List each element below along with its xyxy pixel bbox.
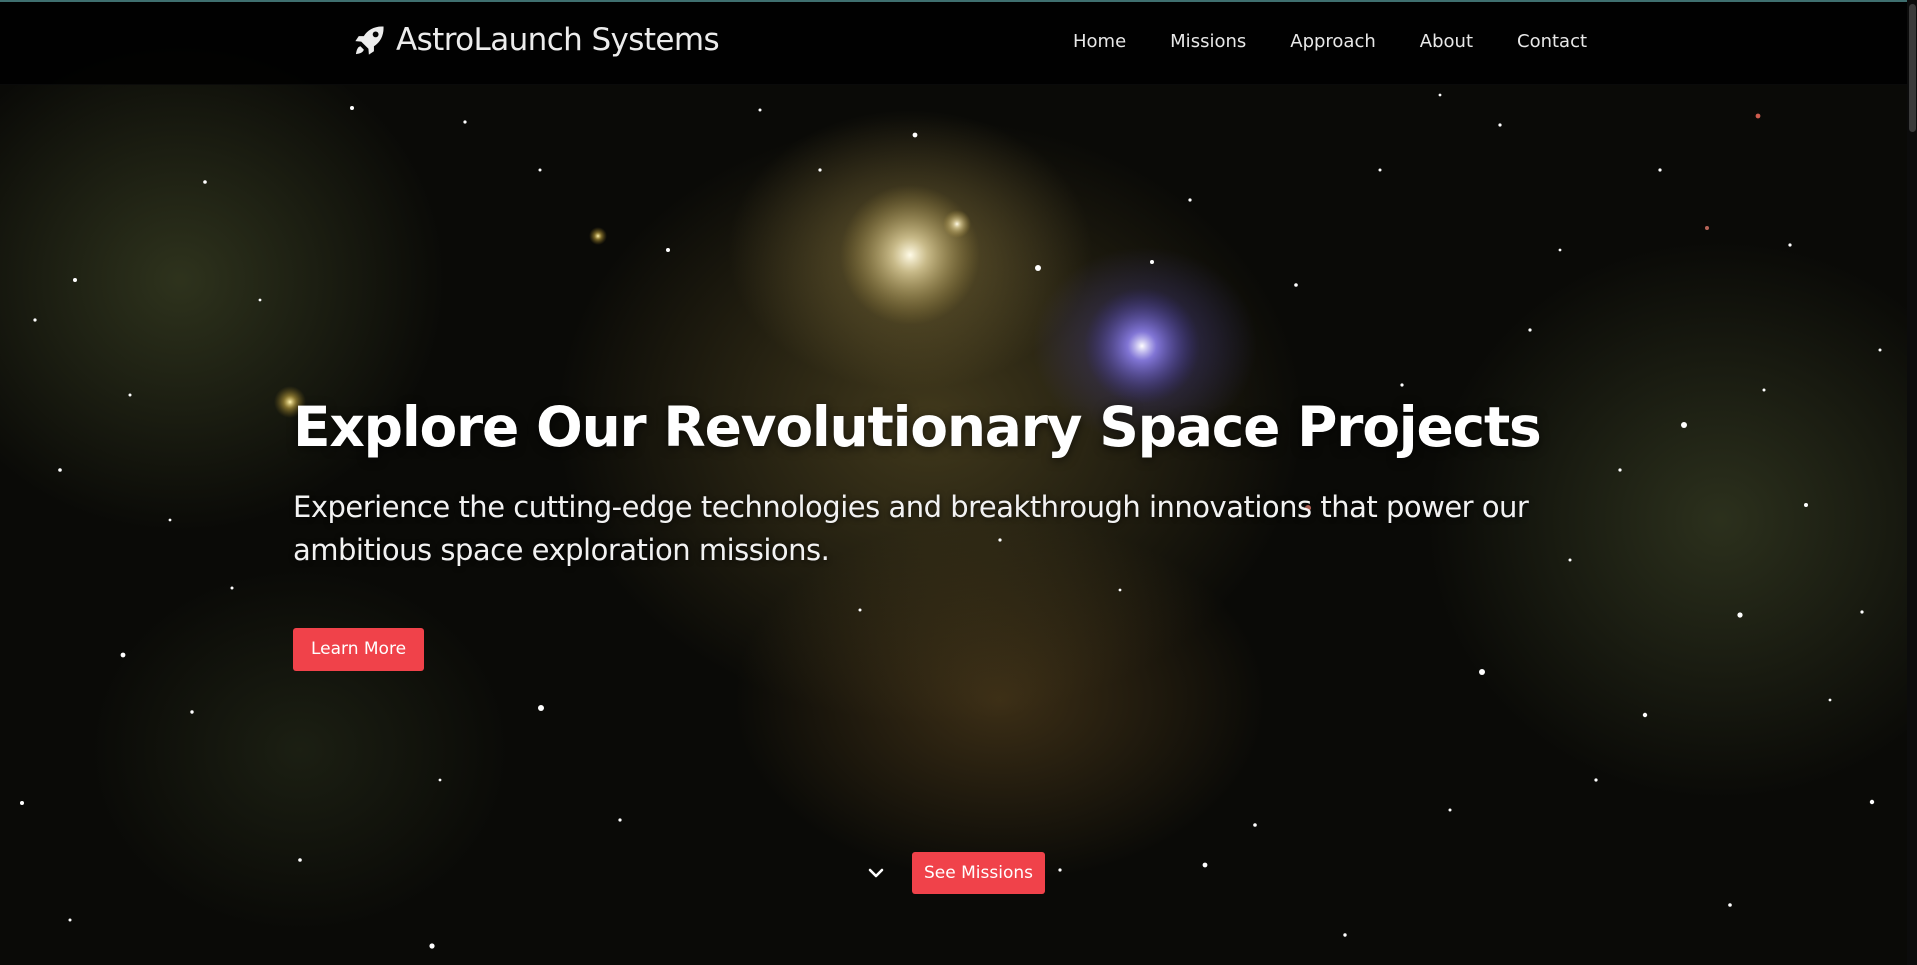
scroll-cta-row: See Missions	[866, 852, 1045, 894]
page: AstroLaunch Systems Home Missions Approa…	[0, 0, 1917, 965]
nav-link-contact[interactable]: Contact	[1517, 31, 1587, 52]
main-nav: Home Missions Approach About Contact	[1073, 31, 1587, 52]
learn-more-button[interactable]: Learn More	[293, 628, 424, 671]
hero-title: Explore Our Revolutionary Space Projects	[293, 395, 1542, 459]
nav-link-approach[interactable]: Approach	[1290, 31, 1376, 52]
brand-logo-link[interactable]: AstroLaunch Systems	[352, 22, 720, 58]
rocket-icon	[355, 26, 384, 55]
hero-subtitle: Experience the cutting-edge technologies…	[293, 490, 1529, 567]
hero-section: Explore Our Revolutionary Space Projects…	[293, 395, 1593, 572]
nav-link-home[interactable]: Home	[1073, 31, 1126, 52]
chevron-down-icon[interactable]	[866, 863, 886, 883]
navbar: AstroLaunch Systems Home Missions Approa…	[0, 0, 1917, 85]
brand-name: AstroLaunch Systems	[396, 22, 720, 58]
see-missions-button[interactable]: See Missions	[912, 852, 1045, 894]
top-accent-line	[0, 0, 1917, 2]
nav-link-missions[interactable]: Missions	[1170, 31, 1246, 52]
scrollbar-thumb[interactable]	[1909, 4, 1916, 132]
nav-link-about[interactable]: About	[1420, 31, 1473, 52]
page-scrollbar[interactable]	[1907, 0, 1917, 965]
